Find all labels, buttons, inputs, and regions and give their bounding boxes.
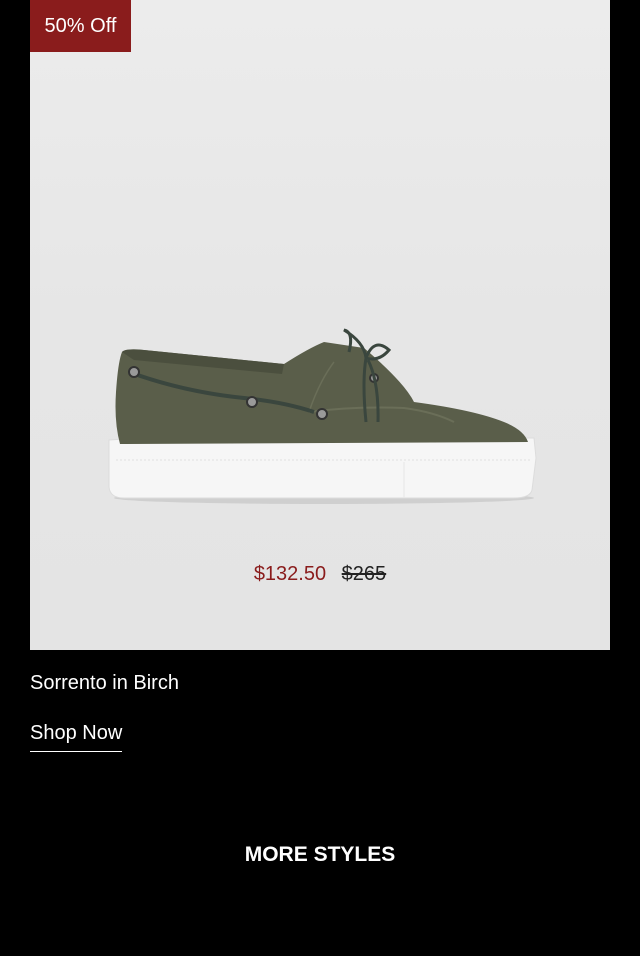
product-card[interactable]: 50% Off $132.50 $265 xyxy=(30,0,610,650)
shoe-image[interactable] xyxy=(104,322,540,508)
more-styles-heading: MORE STYLES xyxy=(244,843,396,866)
original-price: $265 xyxy=(341,563,387,585)
discount-badge: 50% Off xyxy=(30,0,131,52)
shop-now-link[interactable]: Shop Now xyxy=(30,722,123,752)
page: 50% Off $132.50 $265 Sorrento in Birch S… xyxy=(0,0,640,956)
product-name[interactable]: Sorrento in Birch xyxy=(30,672,179,695)
price-row: $132.50 $265 xyxy=(30,563,610,586)
sale-price: $132.50 xyxy=(253,563,327,585)
